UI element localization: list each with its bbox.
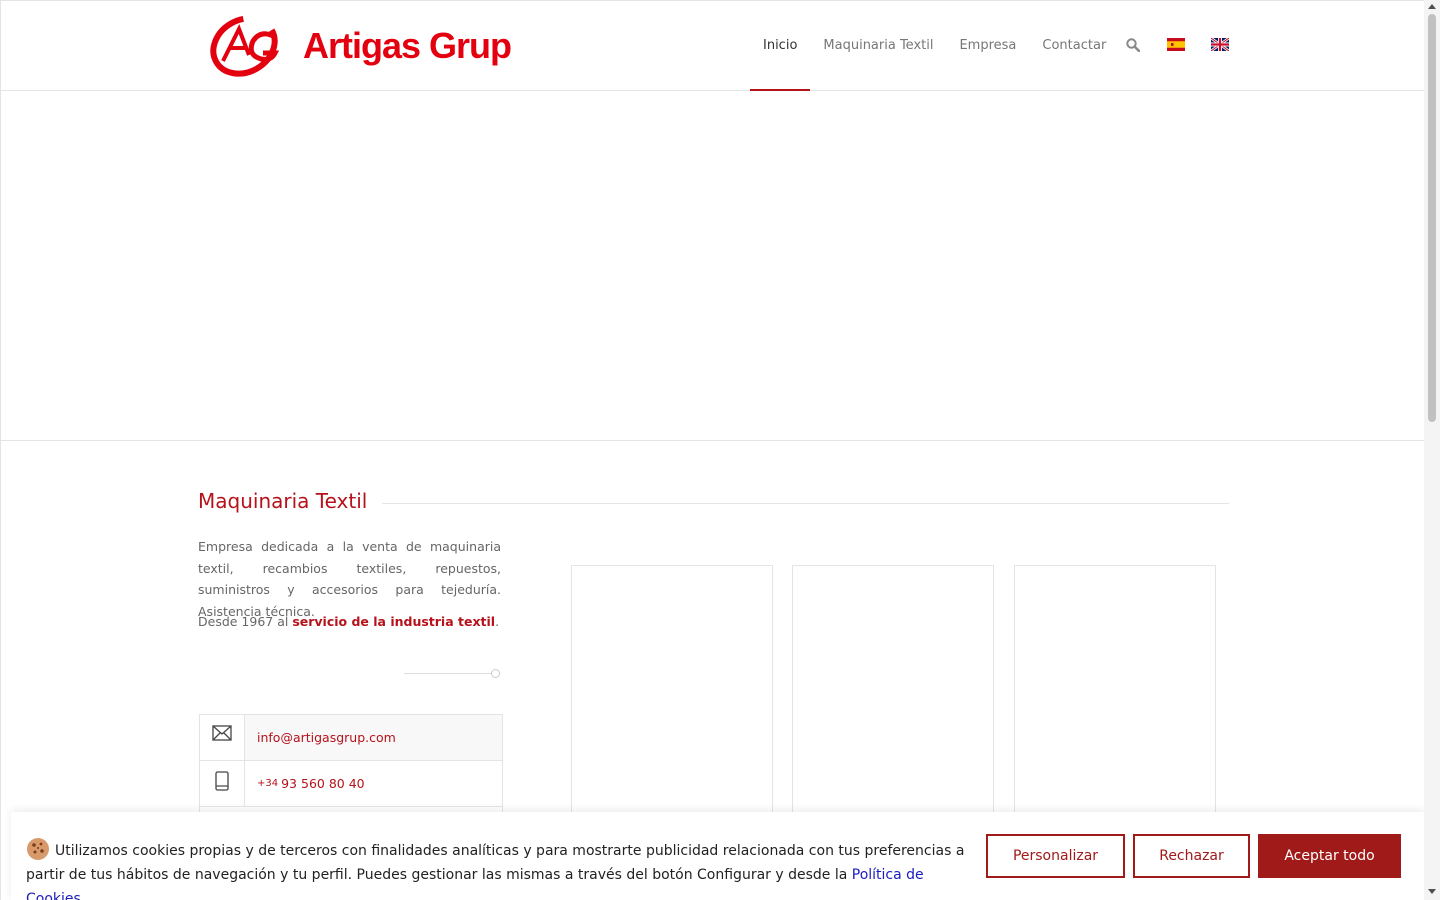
since-suffix: . bbox=[495, 614, 500, 629]
cookie-text: Utilizamos cookies propias y de terceros… bbox=[26, 843, 965, 883]
phone-prefix: +34 bbox=[257, 778, 279, 789]
brand-name[interactable]: Artigas Grup bbox=[303, 25, 512, 67]
small-divider bbox=[404, 673, 494, 674]
uk-flag-icon[interactable] bbox=[1211, 38, 1229, 51]
page: Artigas Grup Inicio Maquinaria Textil Em… bbox=[0, 0, 1425, 900]
section-description: Empresa dedicada a la venta de maquinari… bbox=[198, 539, 501, 619]
es-flag-icon[interactable] bbox=[1167, 38, 1185, 51]
contact-row-email: info@artigasgrup.com bbox=[200, 715, 502, 761]
phone-number: 93 560 80 40 bbox=[281, 776, 365, 791]
reject-button[interactable]: Rechazar bbox=[1133, 834, 1250, 878]
search-icon[interactable] bbox=[1126, 38, 1140, 52]
contact-table: info@artigasgrup.com +34 93 560 80 40 bbox=[199, 714, 503, 818]
product-card[interactable] bbox=[1014, 565, 1216, 825]
customize-button[interactable]: Personalizar bbox=[986, 834, 1125, 878]
scroll-down-arrow-icon[interactable] bbox=[1428, 889, 1436, 894]
cookie-banner: Utilizamos cookies propias y de terceros… bbox=[11, 812, 1425, 900]
product-card[interactable] bbox=[792, 565, 994, 825]
email-link[interactable]: info@artigasgrup.com bbox=[245, 715, 502, 760]
scrollbar[interactable] bbox=[1424, 0, 1440, 900]
cookie-message: Utilizamos cookies propias y de terceros… bbox=[26, 837, 966, 900]
nav-item-inicio[interactable]: Inicio bbox=[750, 1, 811, 91]
section-title: Maquinaria Textil bbox=[198, 489, 368, 513]
nav-item-maquinaria-textil[interactable]: Maquinaria Textil bbox=[810, 1, 946, 90]
section-divider bbox=[382, 503, 1229, 504]
industry-link[interactable]: servicio de la industria textil bbox=[292, 614, 495, 629]
phone-text[interactable]: +34 93 560 80 40 bbox=[245, 761, 502, 806]
main-nav: Inicio Maquinaria Textil Empresa Contact… bbox=[750, 1, 1119, 91]
contact-row-phone: +34 93 560 80 40 bbox=[200, 761, 502, 807]
since-text: Desde 1967 al servicio de la industria t… bbox=[198, 611, 501, 633]
scroll-up-arrow-icon[interactable] bbox=[1428, 4, 1436, 9]
product-card[interactable] bbox=[571, 565, 773, 825]
envelope-icon bbox=[200, 715, 245, 760]
phone-icon bbox=[200, 761, 245, 806]
accept-all-button[interactable]: Aceptar todo bbox=[1258, 834, 1401, 878]
hero-slider bbox=[1, 90, 1425, 441]
divider-dot bbox=[491, 669, 500, 678]
since-prefix: Desde 1967 al bbox=[198, 614, 293, 629]
nav-item-contactar[interactable]: Contactar bbox=[1029, 1, 1119, 90]
site-header: Artigas Grup Inicio Maquinaria Textil Em… bbox=[1, 1, 1425, 91]
cookie-suffix: . bbox=[80, 891, 86, 900]
nav-item-empresa[interactable]: Empresa bbox=[946, 1, 1029, 90]
cookie-icon bbox=[27, 838, 49, 860]
scroll-thumb[interactable] bbox=[1428, 14, 1436, 422]
